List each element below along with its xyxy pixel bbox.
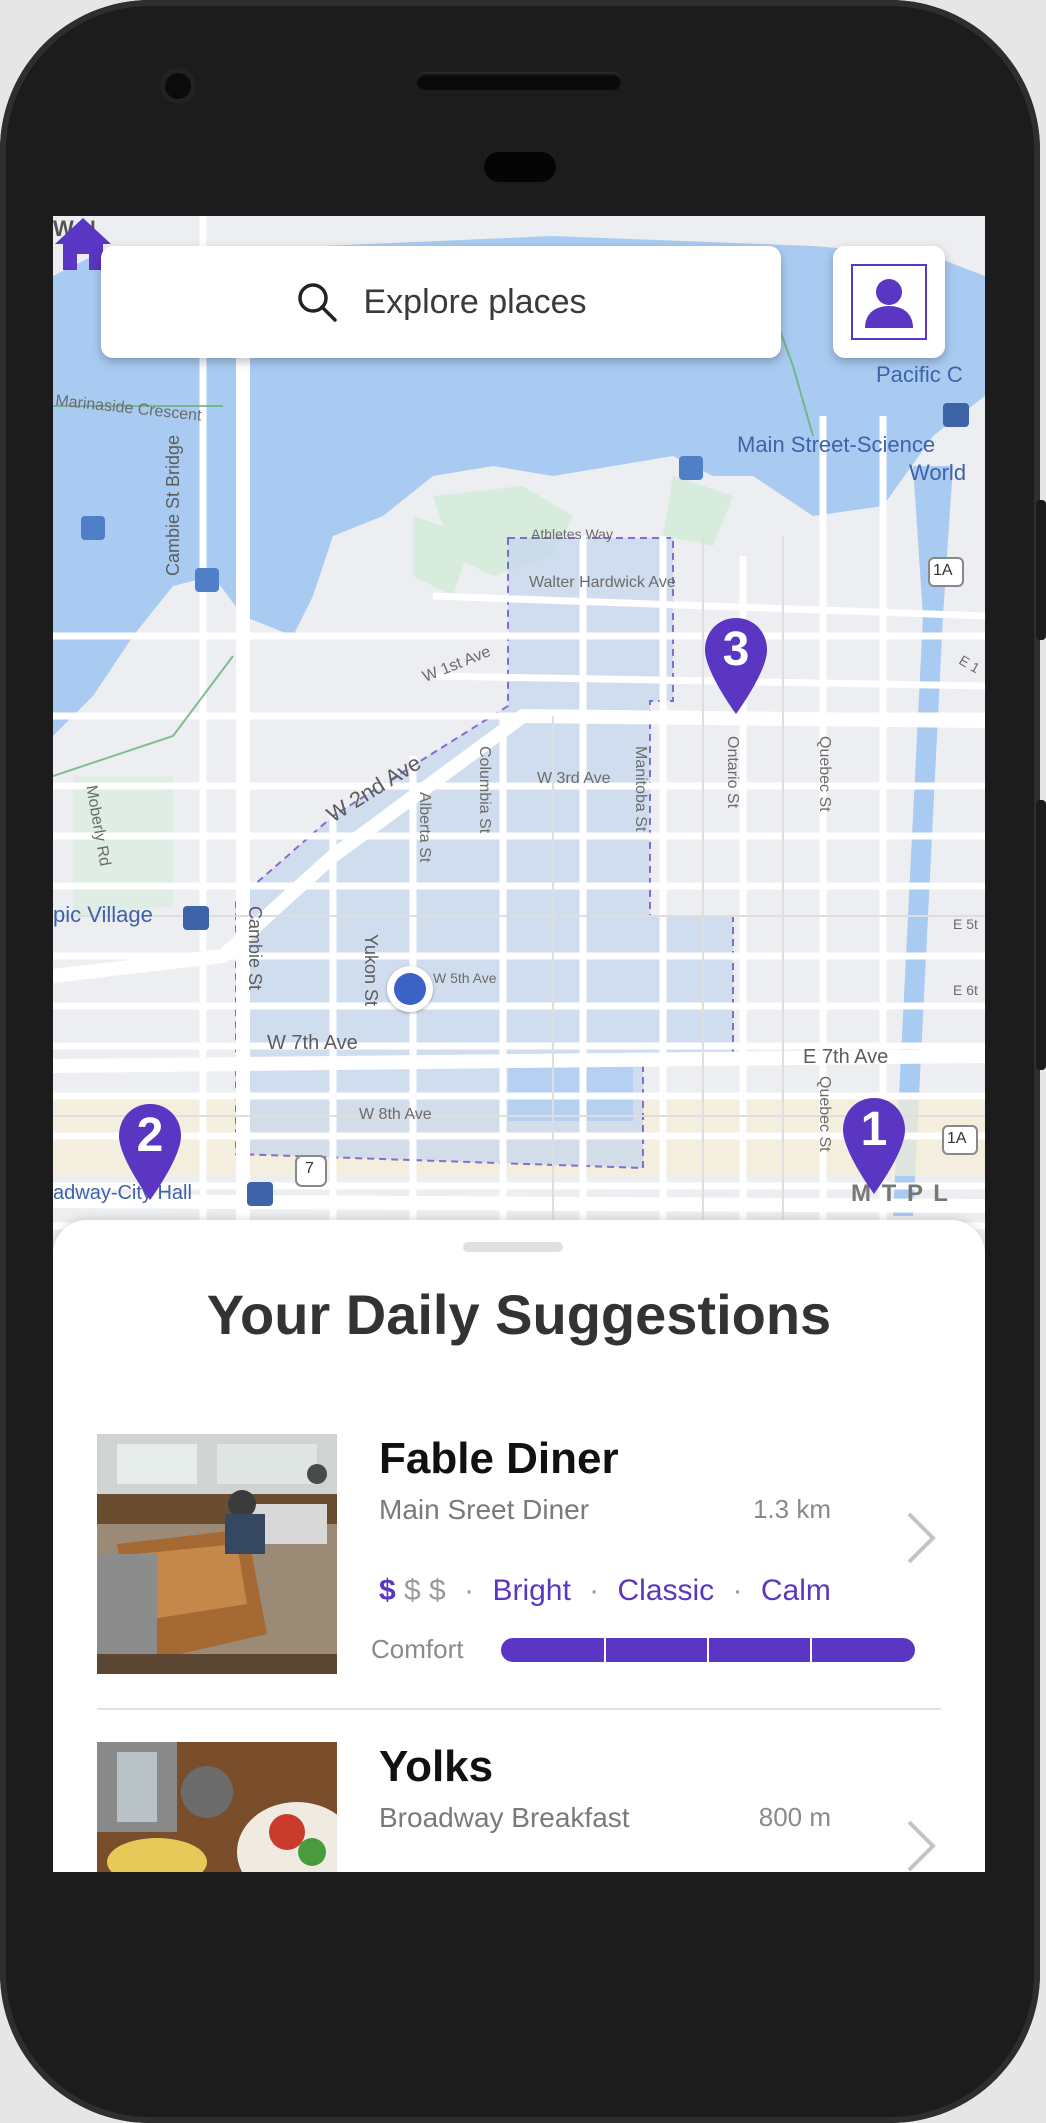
restaurant-subtitle: Broadway Breakfast (379, 1802, 630, 1833)
search-bar[interactable]: Explore places (101, 246, 781, 358)
restaurant-distance: 800 m (758, 1802, 831, 1832)
map-label-e5th: E 5t (953, 916, 978, 932)
map-label-world: World (909, 460, 967, 485)
restaurant-name: Yolks (379, 1742, 494, 1791)
map-label-yukon: Yukon St (361, 934, 381, 1007)
map-label-hwy1a-top: 1A (933, 562, 953, 579)
list-divider (97, 1708, 941, 1710)
restaurant-photo (97, 1742, 337, 1872)
restaurant-tags: $ $ $ · Bright · Classic · Calm (379, 1574, 831, 1608)
bar-segment-divider (707, 1638, 709, 1662)
map-label-manitoba: Manitoba St (632, 746, 649, 832)
map-label-athletes-way: Athletes Way (531, 526, 613, 542)
map-label-w7th: W 7th Ave (267, 1032, 358, 1054)
bar-segment-divider (604, 1638, 606, 1662)
tag-label: Bright (492, 1574, 571, 1607)
speaker-grille (416, 72, 622, 90)
power-button (1036, 500, 1046, 640)
separator-dot: · (732, 1574, 743, 1607)
map-label-olympic-village: pic Village (53, 902, 153, 927)
tag-label: Classic (617, 1574, 715, 1607)
bar-segment-divider (810, 1638, 812, 1662)
profile-button[interactable] (833, 246, 945, 358)
search-icon (298, 283, 338, 322)
profile-frame (851, 264, 927, 340)
restaurant-distance: 1.3 km (752, 1494, 831, 1524)
map-pin-1[interactable]: 1 (841, 1096, 907, 1196)
map-label-main-street: Main Street-Science (737, 432, 936, 457)
separator-dot: · (464, 1574, 475, 1607)
suggestion-card[interactable]: Yolks Broadway Breakfast 800 m (97, 1742, 941, 1872)
chevron-right-icon[interactable] (901, 1508, 941, 1568)
map-label-e7th: E 7th Ave (803, 1046, 889, 1068)
comfort-label: Comfort (371, 1634, 464, 1664)
diner-photo-image (97, 1434, 337, 1674)
map-label-cambie-bridge: Cambie St Bridge (163, 434, 183, 576)
map-pin-3[interactable]: 3 (703, 616, 769, 716)
sheet-drag-handle[interactable] (463, 1242, 563, 1252)
tag-label: Calm (760, 1574, 831, 1607)
sheet-title: Your Daily Suggestions (206, 1283, 832, 1346)
app-screen: W N Marinaside Crescent Cambie St Bridge… (53, 216, 985, 1872)
map-label-cambie: Cambie St (245, 906, 265, 991)
map-pin-1-label: 1 (860, 1103, 888, 1156)
volume-button (1036, 800, 1046, 1070)
map-label-walter-hardwick: Walter Hardwick Ave (529, 574, 676, 591)
map-view[interactable]: W N Marinaside Crescent Cambie St Bridge… (53, 216, 985, 1276)
suggestions-sheet[interactable]: Your Daily Suggestions Fable Diner Main … (53, 1220, 985, 1872)
separator-dot: · (589, 1574, 600, 1607)
map-label-w5th: W 5th Ave (433, 970, 497, 986)
map-label-columbia: Columbia St (476, 746, 493, 834)
map-label-quebec: Quebec St (816, 736, 833, 812)
front-camera (160, 68, 196, 104)
price-level-active: $ (379, 1574, 396, 1607)
map-label-ontario: Ontario St (724, 736, 741, 809)
price-level-inactive: $ $ (404, 1574, 446, 1607)
proximity-sensor (484, 152, 556, 182)
comfort-rating-bar (501, 1638, 915, 1662)
user-icon (865, 279, 913, 328)
restaurant-subtitle: Main Sreet Diner (379, 1494, 590, 1525)
phone-frame: W N Marinaside Crescent Cambie St Bridge… (0, 0, 1046, 2123)
search-placeholder: Explore places (363, 282, 587, 321)
map-label-w8th: W 8th Ave (359, 1106, 432, 1123)
chevron-right-icon[interactable] (901, 1816, 941, 1872)
restaurant-name: Fable Diner (379, 1434, 619, 1483)
map-label-quebec2: Quebec St (816, 1076, 833, 1152)
current-location-icon (387, 966, 433, 1012)
restaurant-photo (97, 1434, 337, 1674)
map-label-w3rd: W 3rd Ave (537, 770, 611, 787)
map-pin-2-label: 2 (136, 1109, 164, 1162)
map-pin-3-label: 3 (722, 623, 750, 676)
map-label-pacific: Pacific C (876, 362, 963, 387)
map-label-hwy1a-bottom: 1A (947, 1130, 967, 1147)
suggestion-card[interactable]: Fable Diner Main Sreet Diner 1.3 km $ $ … (97, 1434, 941, 1734)
breakfast-photo-image (97, 1742, 337, 1872)
map-pin-2[interactable]: 2 (117, 1102, 183, 1202)
map-label-e6th: E 6t (953, 982, 978, 998)
map-label-alberta: Alberta St (416, 792, 433, 863)
map-label-hwy7: 7 (305, 1160, 314, 1177)
